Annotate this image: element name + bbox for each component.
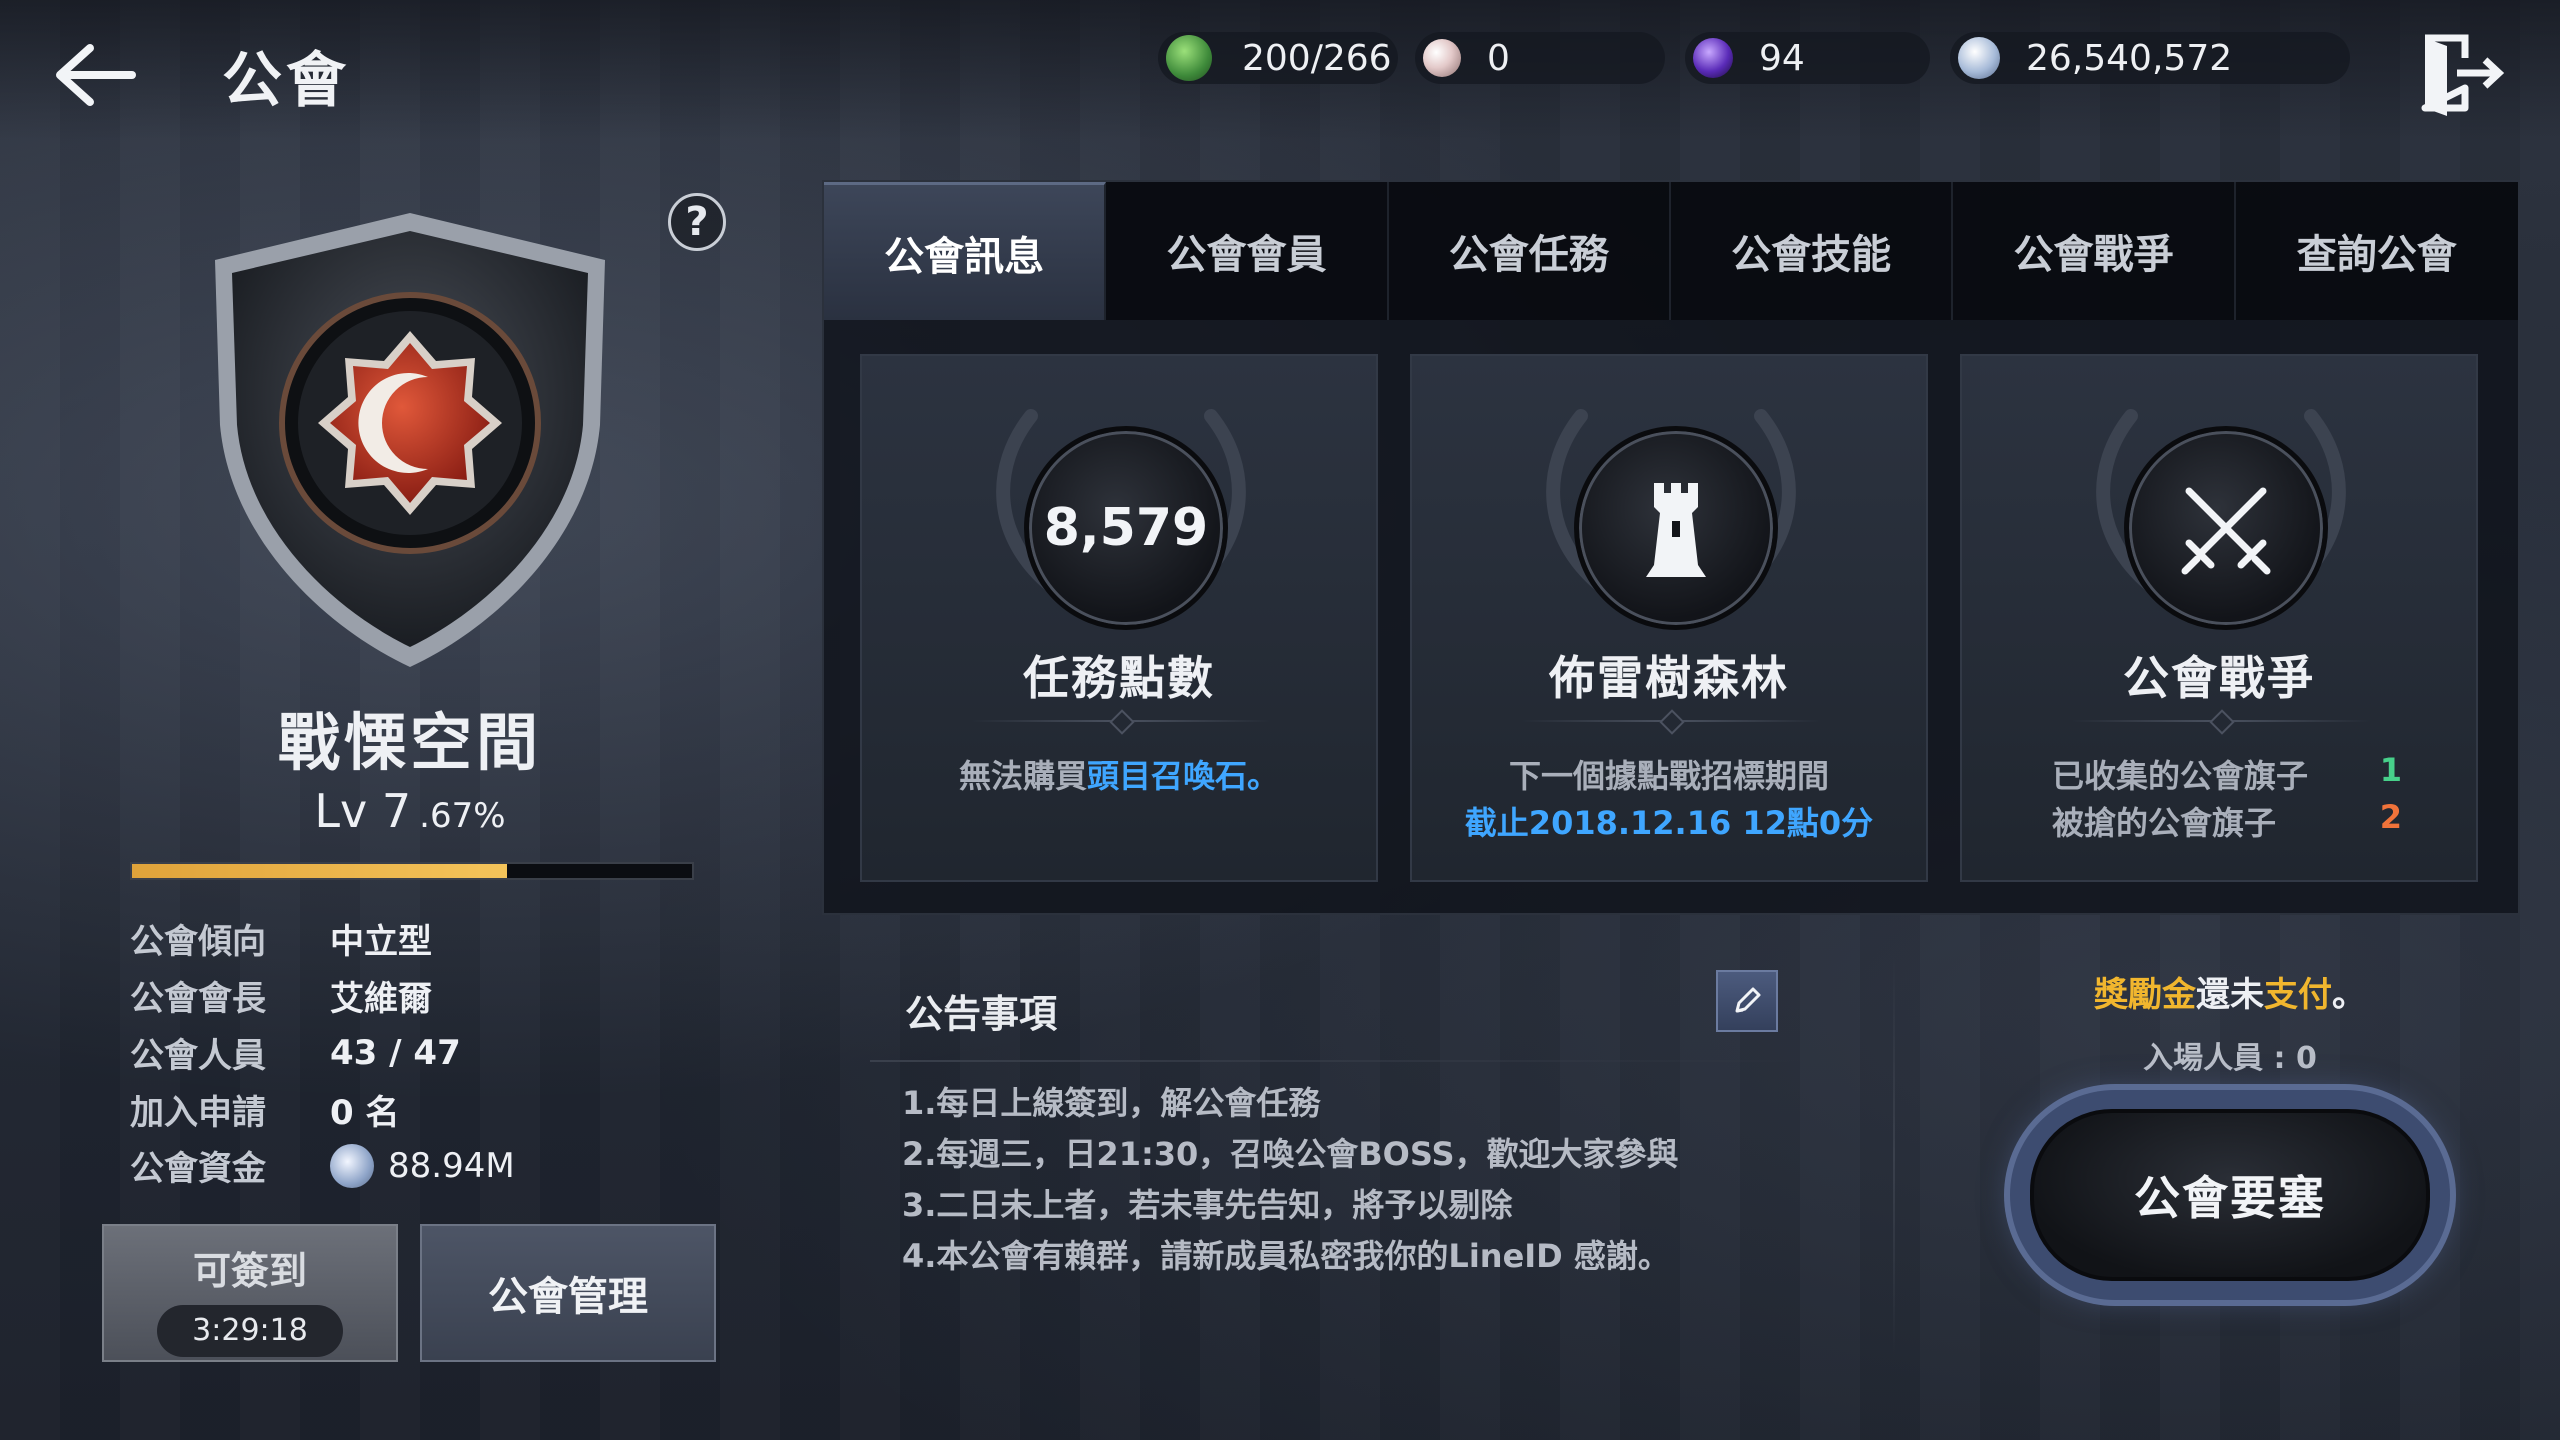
currency-stamina: 200/266	[1158, 32, 1398, 84]
notice-divider	[870, 1060, 1810, 1062]
exit-door-icon	[2421, 34, 2505, 116]
guild-level: Lv 7.67%	[200, 784, 620, 838]
guild-info-panel: 公會訊息 公會會員 公會任務 公會技能 公會戰爭 查詢公會 8,579 任務點數…	[822, 180, 2520, 915]
stolen-flags-value: 2	[2379, 798, 2402, 836]
back-button[interactable]	[50, 35, 180, 115]
guild-war-title: 公會戰爭	[2123, 651, 2315, 705]
notice-line-2: 2.每週三，日21:30，召喚公會BOSS，歡迎大家參與	[902, 1135, 1679, 1173]
guild-fortress-button[interactable]: 公會要塞	[2010, 1090, 2450, 1300]
info-row-members: 公會人員 43 / 47	[130, 1028, 461, 1077]
tab-bar: 公會訊息 公會會員 公會任務 公會技能 公會戰爭 查詢公會	[824, 182, 2518, 320]
pearl-icon	[1423, 39, 1461, 77]
guild-war-card[interactable]: 公會戰爭 已收集的公會旗子 1 被搶的公會旗子 2	[1960, 354, 2478, 882]
silver-coin-icon	[1958, 37, 2000, 79]
bonus-period: 。	[2332, 975, 2366, 1015]
divider-diamond-icon	[1109, 709, 1135, 735]
guild-level-percent: .67%	[419, 796, 506, 836]
tab-guild-missions[interactable]: 公會任務	[1389, 182, 1671, 320]
mission-points-desc: 無法購買頭目召喚石。	[862, 751, 1376, 797]
info-value: 43 / 47	[330, 1032, 461, 1073]
stronghold-title: 佈雷樹森林	[1549, 651, 1789, 705]
purple-gem-icon	[1693, 38, 1733, 78]
bid-deadline: 截止2018.12.16 12點0分	[1464, 804, 1874, 842]
green-stone-icon	[1166, 35, 1212, 81]
info-row-funds: 公會資金 88.94M	[130, 1141, 515, 1190]
tower-icon	[1646, 483, 1706, 577]
tab-guild-skills[interactable]: 公會技能	[1671, 182, 1954, 320]
tab-search-guild[interactable]: 查詢公會	[2236, 182, 2518, 320]
info-label: 加入申請	[130, 1093, 266, 1133]
info-row-leader: 公會會長 艾維爾	[130, 971, 432, 1020]
tab-guild-members[interactable]: 公會會員	[1106, 182, 1389, 320]
guild-name: 戰慄空間	[277, 706, 542, 779]
stolen-flags-label: 被搶的公會旗子	[2052, 804, 2277, 842]
notice-line-3: 3.二日未上者，若未事先告知，將予以剔除	[902, 1186, 1513, 1224]
notice-title: 公告事項	[905, 992, 1058, 1036]
info-value: 0 名	[330, 1093, 400, 1133]
guild-xp-bar	[130, 862, 694, 880]
bid-period-label: 下一個據點戰招標期間	[1508, 757, 1829, 795]
stronghold-medal	[1574, 426, 1778, 630]
bonus-status: 獎勵金還未支付。	[1930, 967, 2530, 1016]
pencil-icon	[1735, 987, 1761, 1013]
info-label: 公會傾向	[130, 922, 266, 962]
entrants-count: 入場人員 : 0	[2143, 1041, 2317, 1076]
mission-points-medal: 8,579	[1024, 426, 1228, 630]
currency-value: 200/266	[1242, 37, 1392, 79]
boss-summon-stone-link: 頭目召喚石。	[1087, 757, 1280, 795]
notice-line-1: 1.每日上線簽到，解公會任務	[902, 1084, 1321, 1122]
stolen-flags-row: 被搶的公會旗子 2	[2052, 798, 2402, 844]
mission-points-title: 任務點數	[1023, 651, 1215, 705]
mission-desc-prefix: 無法購買	[958, 757, 1087, 795]
back-arrow-icon	[56, 44, 136, 106]
exit-button[interactable]	[2415, 28, 2505, 118]
collected-flags-row: 已收集的公會旗子 1	[2052, 751, 2402, 797]
checkin-button[interactable]: 可簽到 3:29:18	[102, 1224, 398, 1362]
section-divider	[1893, 955, 1895, 1355]
guild-xp-fill	[132, 864, 508, 878]
checkin-timer: 3:29:18	[157, 1305, 343, 1357]
info-row-tendency: 公會傾向 中立型	[130, 914, 432, 963]
bonus-word: 獎勵金	[2094, 975, 2196, 1015]
divider-diamond-icon	[1659, 709, 1685, 735]
guild-crest	[200, 205, 620, 675]
mission-points-card[interactable]: 8,579 任務點數 無法購買頭目召喚石。	[860, 354, 1378, 882]
info-value: 艾維爾	[330, 979, 432, 1019]
info-label: 公會會長	[130, 979, 266, 1019]
mission-points-value: 8,579	[1043, 498, 1209, 558]
help-button[interactable]: ?	[668, 193, 726, 251]
currency-silver: 26,540,572	[1950, 32, 2350, 84]
silver-coin-icon	[330, 1143, 374, 1188]
guild-war-medal	[2124, 426, 2328, 630]
bonus-paid: 支付	[2264, 975, 2332, 1015]
page-title: 公會	[222, 46, 350, 116]
guild-fortress-label: 公會要塞	[2030, 1109, 2430, 1281]
currency-value: 26,540,572	[2026, 37, 2233, 79]
currency-gem: 94	[1685, 32, 1930, 84]
currency-value: 0	[1487, 37, 1510, 79]
collected-flags-label: 已收集的公會旗子	[2052, 757, 2309, 795]
collected-flags-value: 1	[2379, 751, 2402, 789]
stronghold-card[interactable]: 佈雷樹森林 下一個據點戰招標期間 截止2018.12.16 12點0分	[1410, 354, 1928, 882]
info-value: 88.94M	[388, 1145, 515, 1186]
crossed-swords-icon	[2181, 487, 2271, 575]
guild-level-value: Lv 7	[314, 784, 412, 838]
info-label: 公會資金	[130, 1149, 266, 1189]
currency-value: 94	[1759, 37, 1805, 79]
info-row-applications: 加入申請 0 名	[130, 1085, 400, 1134]
edit-notice-button[interactable]	[1716, 970, 1778, 1032]
notice-line-4: 4.本公會有賴群，請新成員私密我你的LineID 感謝。	[902, 1237, 1670, 1275]
guild-manage-button[interactable]: 公會管理	[420, 1224, 716, 1362]
bonus-not-yet: 還未	[2196, 975, 2264, 1015]
info-label: 公會人員	[130, 1036, 266, 1076]
tab-guild-war[interactable]: 公會戰爭	[1953, 182, 2236, 320]
checkin-label: 可簽到	[192, 1249, 307, 1293]
info-value: 中立型	[330, 922, 432, 962]
divider-diamond-icon	[2209, 709, 2235, 735]
tab-guild-info[interactable]: 公會訊息	[824, 182, 1107, 320]
currency-pearl: 0	[1415, 32, 1665, 84]
